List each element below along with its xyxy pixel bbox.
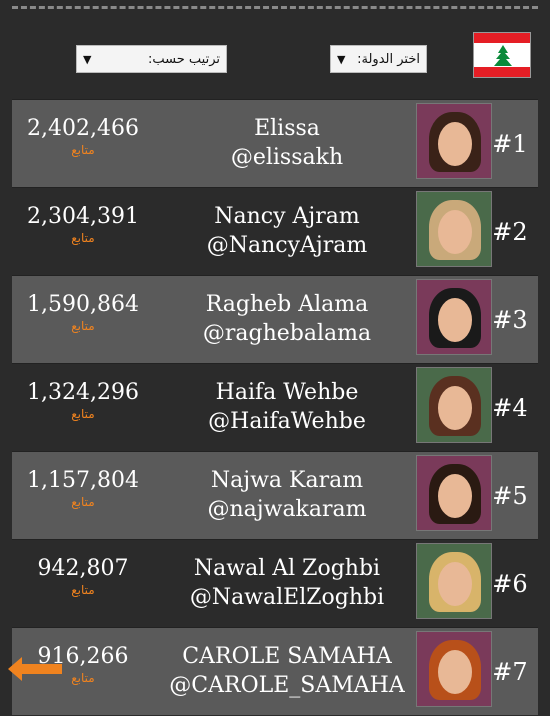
avatar[interactable] [416, 367, 492, 443]
sort-dropdown-label: ترتيب حسب: [147, 51, 220, 67]
back-arrow-icon[interactable] [8, 656, 62, 682]
sort-dropdown[interactable]: ترتيب حسب: ▼ [76, 45, 227, 73]
list-item[interactable]: 942,807 متابع Nawal Al Zoghbi @NawalElZo… [12, 539, 538, 627]
follower-count-block: 1,324,296 متابع [12, 378, 154, 421]
artist-info[interactable]: Haifa Wehbe @HaifaWehbe [162, 378, 412, 436]
artist-info[interactable]: CAROLE SAMAHA @CAROLE_SAMAHA [162, 642, 412, 700]
avatar[interactable] [416, 279, 492, 355]
list-item[interactable]: 1,157,804 متابع Najwa Karam @najwakaram … [12, 451, 538, 539]
follow-label: متابع [71, 407, 95, 421]
artist-info[interactable]: Elissa @elissakh [162, 114, 412, 172]
rank-number: #1 [492, 130, 528, 158]
avatar-face [438, 474, 472, 518]
country-flag[interactable] [473, 32, 531, 78]
rank-number: #2 [492, 218, 528, 246]
list-item[interactable]: 2,304,391 متابع Nancy Ajram @NancyAjram … [12, 187, 538, 275]
follow-label: متابع [71, 495, 95, 509]
artist-handle: @NancyAjram [206, 233, 368, 258]
artist-info[interactable]: Najwa Karam @najwakaram [162, 466, 412, 524]
avatar-face [438, 386, 472, 430]
country-dropdown-label: اختر الدولة: [357, 51, 420, 67]
artist-handle: @elissakh [230, 145, 344, 170]
artist-info[interactable]: Ragheb Alama @raghebalama [162, 290, 412, 348]
ranking-list: 2,402,466 متابع Elissa @elissakh #1 2,30… [12, 99, 538, 715]
rank-number: #3 [492, 306, 528, 334]
avatar-face [438, 650, 472, 694]
artist-handle: @NawalElZoghbi [189, 585, 385, 610]
country-dropdown[interactable]: اختر الدولة: ▼ [330, 45, 427, 73]
artist-name: Nawal Al Zoghbi [193, 556, 381, 581]
list-item[interactable]: 2,402,466 متابع Elissa @elissakh #1 [12, 99, 538, 187]
avatar-face [438, 562, 472, 606]
artist-name: Ragheb Alama [205, 292, 369, 317]
cedar-icon [494, 45, 512, 66]
follower-count: 1,324,296 [27, 380, 139, 405]
list-item[interactable]: 916,266 متابع CAROLE SAMAHA @CAROLE_SAMA… [12, 627, 538, 715]
artist-name: Nancy Ajram [214, 204, 360, 229]
top-divider [12, 6, 538, 9]
artist-name: Najwa Karam [210, 468, 364, 493]
avatar-face [438, 298, 472, 342]
follower-count-block: 1,157,804 متابع [12, 466, 154, 509]
artist-name: Haifa Wehbe [215, 380, 359, 405]
avatar[interactable] [416, 455, 492, 531]
avatar-face [438, 122, 472, 166]
artist-handle: @najwakaram [207, 497, 367, 522]
avatar-face [438, 210, 472, 254]
chevron-down-icon: ▼ [337, 52, 346, 66]
avatar[interactable] [416, 631, 492, 707]
follow-label: متابع [71, 319, 95, 333]
follower-count-block: 2,402,466 متابع [12, 114, 154, 157]
rank-number: #6 [492, 570, 528, 598]
rank-number: #7 [492, 658, 528, 686]
rank-number: #5 [492, 482, 528, 510]
follower-count: 1,157,804 [27, 468, 139, 493]
chevron-down-icon: ▼ [83, 52, 92, 66]
follower-count: 942,807 [37, 556, 129, 581]
follow-label: متابع [71, 143, 95, 157]
artist-handle: @CAROLE_SAMAHA [169, 673, 405, 698]
list-item[interactable]: 1,324,296 متابع Haifa Wehbe @HaifaWehbe … [12, 363, 538, 451]
list-item[interactable]: 1,590,864 متابع Ragheb Alama @raghebalam… [12, 275, 538, 363]
follower-count-block: 1,590,864 متابع [12, 290, 154, 333]
rank-number: #4 [492, 394, 528, 422]
follow-label: متابع [71, 231, 95, 245]
follower-count: 1,590,864 [27, 292, 139, 317]
artist-handle: @raghebalama [202, 321, 372, 346]
follow-label: متابع [71, 583, 95, 597]
avatar[interactable] [416, 191, 492, 267]
avatar[interactable] [416, 103, 492, 179]
artist-handle: @HaifaWehbe [208, 409, 366, 434]
artist-name: Elissa [254, 116, 320, 141]
follower-count-block: 942,807 متابع [12, 554, 154, 597]
follower-count-block: 2,304,391 متابع [12, 202, 154, 245]
artist-name: CAROLE SAMAHA [182, 644, 392, 669]
follower-count: 2,304,391 [27, 204, 139, 229]
artist-info[interactable]: Nawal Al Zoghbi @NawalElZoghbi [162, 554, 412, 612]
follower-count: 2,402,466 [27, 116, 139, 141]
artist-info[interactable]: Nancy Ajram @NancyAjram [162, 202, 412, 260]
avatar[interactable] [416, 543, 492, 619]
